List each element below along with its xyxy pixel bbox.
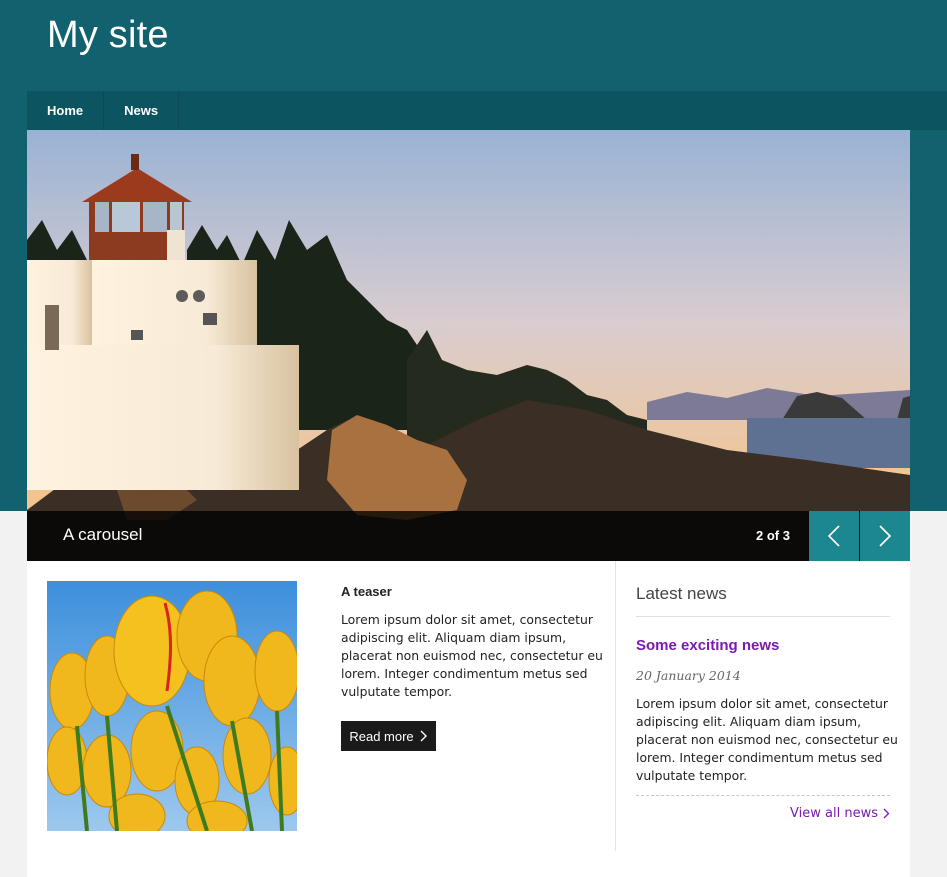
carousel-prev-button[interactable] — [809, 511, 859, 561]
news-item-date: 20 January 2014 — [636, 668, 741, 683]
main-nav: Home News — [27, 91, 947, 130]
carousel-image-lighthouse — [27, 130, 910, 561]
teaser-body: Lorem ipsum dolor sit amet, consectetur … — [341, 612, 603, 699]
chevron-right-icon — [420, 730, 427, 742]
news-heading-divider — [636, 616, 890, 617]
chevron-right-icon — [879, 525, 892, 547]
teaser-title: A teaser — [341, 584, 392, 599]
teaser-image-tulips — [47, 581, 297, 831]
carousel: A carousel 2 of 3 — [27, 130, 910, 561]
column-divider — [615, 561, 616, 851]
nav-item-home[interactable]: Home — [27, 91, 105, 130]
site-title[interactable]: My site — [47, 14, 169, 57]
carousel-next-button[interactable] — [860, 511, 910, 561]
chevron-right-icon — [883, 808, 890, 819]
news-dashed-divider — [636, 795, 890, 796]
read-more-label: Read more — [349, 728, 414, 744]
read-more-button[interactable]: Read more — [341, 721, 436, 751]
news-item-title-link[interactable]: Some exciting news — [636, 637, 779, 654]
chevron-left-icon — [827, 525, 840, 547]
nav-item-news[interactable]: News — [104, 91, 180, 130]
carousel-caption-bar: A carousel 2 of 3 — [27, 511, 910, 561]
view-all-news-label: View all news — [790, 806, 878, 821]
view-all-news-link[interactable]: View all news — [790, 806, 890, 821]
carousel-counter: 2 of 3 — [756, 528, 790, 543]
news-item-body: Lorem ipsum dolor sit amet, consectetur … — [636, 696, 898, 783]
carousel-caption: A carousel — [63, 525, 143, 544]
latest-news-heading: Latest news — [636, 584, 727, 603]
